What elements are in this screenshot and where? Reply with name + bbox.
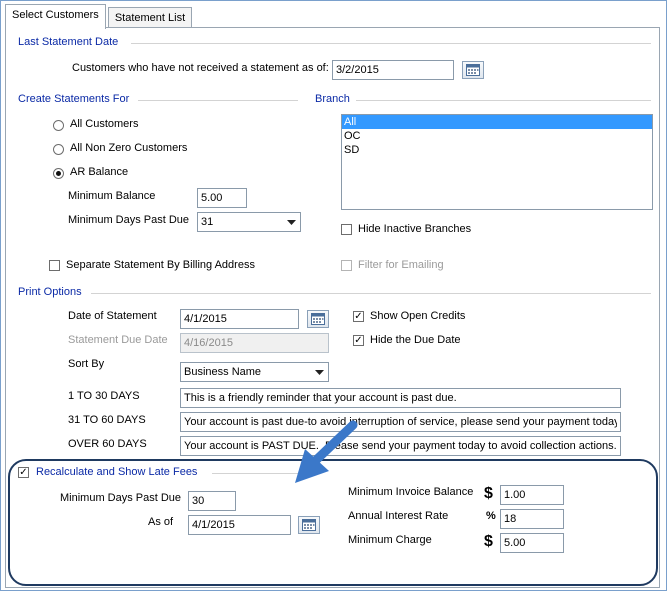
tab-label: Select Customers [12,9,99,21]
hide-inactive-branches-checkbox[interactable] [341,224,352,235]
separate-by-billing-checkbox[interactable] [49,260,60,271]
min-days-past-due-dropdown[interactable]: 31 [197,212,301,232]
tab-select-customers[interactable]: Select Customers [5,4,106,29]
show-open-credits-checkbox[interactable]: ✓ [353,311,364,322]
calendar-icon [311,313,325,325]
hide-inactive-branches-label: Hide Inactive Branches [358,223,472,235]
statement-due-date-field [180,333,329,353]
branch-listbox[interactable]: All OC SD [341,114,653,210]
msg-over-60-label: OVER 60 DAYS [68,438,147,450]
last-statement-group-label: Last Statement Date [18,36,119,48]
branch-group-label: Branch [315,93,350,105]
sort-by-dropdown[interactable]: Business Name [180,362,329,382]
separate-by-billing-label: Separate Statement By Billing Address [66,259,255,271]
date-of-statement-label: Date of Statement [68,310,157,322]
radio-all-customers[interactable] [53,120,64,131]
branch-item-all[interactable]: All [342,115,652,129]
date-of-statement-field[interactable] [180,309,299,329]
branch-item-oc[interactable]: OC [342,129,652,143]
radio-all-non-zero-customers[interactable] [53,144,64,155]
last-statement-date-field[interactable] [332,60,454,80]
divider [356,100,651,101]
filter-emailing-label: Filter for Emailing [358,259,444,271]
date-of-statement-calendar-button[interactable] [307,310,329,328]
msg-31-60-field[interactable] [180,412,621,432]
radio-ar-balance[interactable] [53,168,64,179]
radio-all-customers-label: All Customers [70,118,139,130]
sort-by-value: Business Name [184,366,262,378]
statements-window: Select Customers Statement List Last Sta… [0,0,667,591]
last-statement-label: Customers who have not received a statem… [72,62,329,74]
divider [131,43,651,44]
divider [138,100,298,101]
filter-emailing-checkbox[interactable] [341,260,352,271]
msg-31-60-label: 31 TO 60 DAYS [68,414,146,426]
calendar-icon [466,64,480,76]
min-days-past-due-label: Minimum Days Past Due [68,214,190,226]
min-balance-label: Minimum Balance [68,190,156,202]
chevron-down-icon [312,365,326,379]
hide-due-date-checkbox[interactable]: ✓ [353,335,364,346]
divider [91,293,651,294]
msg-1-30-field[interactable] [180,388,621,408]
create-for-group-label: Create Statements For [18,93,130,105]
min-balance-field[interactable] [197,188,247,208]
msg-over-60-field[interactable] [180,436,621,456]
radio-all-non-zero-label: All Non Zero Customers [70,142,188,154]
print-options-group-label: Print Options [18,286,82,298]
hide-due-date-label: Hide the Due Date [370,334,461,346]
tab-strip: Select Customers Statement List [5,4,194,29]
min-days-value: 31 [201,216,214,228]
sort-by-label: Sort By [68,358,105,370]
radio-ar-balance-label: AR Balance [70,166,129,178]
chevron-down-icon [284,215,298,229]
statement-due-date-label: Statement Due Date [68,334,168,346]
last-statement-calendar-button[interactable] [462,61,484,79]
tab-label: Statement List [114,12,186,24]
callout-arrow-icon [295,420,358,483]
tab-statement-list[interactable]: Statement List [107,7,193,29]
branch-item-sd[interactable]: SD [342,143,652,157]
show-open-credits-label: Show Open Credits [370,310,466,322]
msg-1-30-label: 1 TO 30 DAYS [68,390,140,402]
